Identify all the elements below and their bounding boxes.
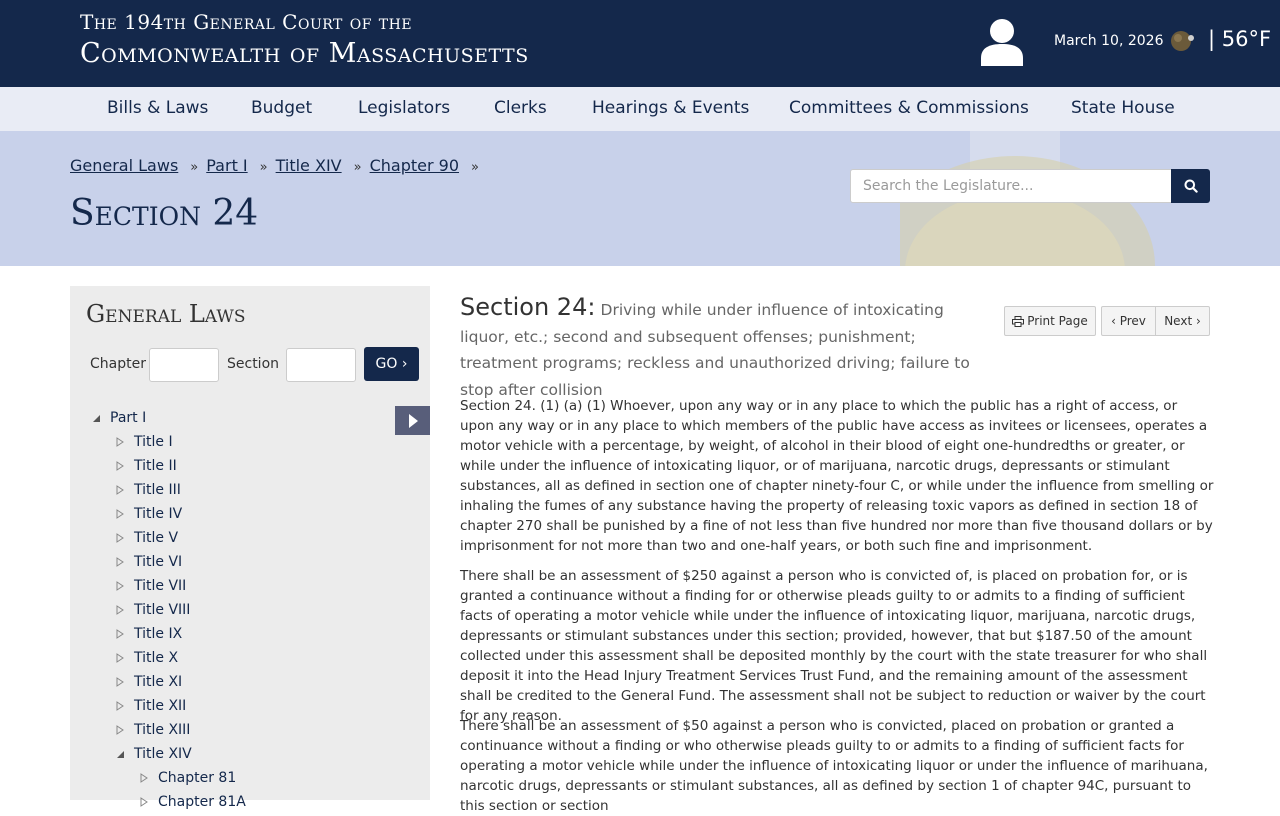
- nav-committees-commissions[interactable]: Committees & Commissions: [789, 98, 1029, 118]
- collapsed-arrow-icon[interactable]: [115, 701, 125, 711]
- breadcrumb-separator: »: [259, 160, 268, 175]
- breadcrumb-chapter-90[interactable]: Chapter 90: [370, 156, 459, 175]
- nav-clerks[interactable]: Clerks: [494, 98, 547, 118]
- caret-right-icon: [408, 413, 418, 428]
- collapsed-arrow-icon[interactable]: [115, 677, 125, 687]
- collapsed-arrow-icon[interactable]: [115, 485, 125, 495]
- collapsed-arrow-icon[interactable]: [115, 557, 125, 567]
- law-paragraph: Section 24. (1) (a) (1) Whoever, upon an…: [460, 398, 1214, 554]
- collapsed-arrow-icon[interactable]: [115, 653, 125, 663]
- tree-title-item[interactable]: Title IX: [134, 626, 182, 642]
- tree-title-item[interactable]: Title IV: [134, 506, 182, 522]
- search-icon: [1184, 179, 1198, 193]
- section-label: Section: [227, 356, 280, 372]
- collapsed-arrow-icon[interactable]: [115, 533, 125, 543]
- tree-part-i[interactable]: Part I: [110, 410, 146, 426]
- tree-title-item[interactable]: Title VI: [134, 554, 182, 570]
- collapsed-arrow-icon[interactable]: [115, 461, 125, 471]
- breadcrumb: General Laws » Part I » Title XIV » Chapter 90…: [70, 156, 487, 175]
- tree-title-item[interactable]: Title XIV: [134, 746, 192, 762]
- section-input[interactable]: [286, 348, 356, 382]
- nav-legislators[interactable]: Legislators: [358, 98, 450, 118]
- expanded-arrow-icon[interactable]: [91, 413, 101, 423]
- breadcrumb-part-i[interactable]: Part I: [206, 156, 247, 175]
- breadcrumb-separator: »: [471, 160, 479, 175]
- go-button[interactable]: GO ›: [364, 347, 419, 381]
- collapsed-arrow-icon[interactable]: [115, 509, 125, 519]
- user-account-icon[interactable]: [980, 18, 1024, 66]
- tree-title-item[interactable]: Title XII: [134, 698, 186, 714]
- print-page-label: Print Page: [1027, 314, 1088, 328]
- nav-budget[interactable]: Budget: [251, 98, 312, 118]
- collapsed-arrow-icon[interactable]: [139, 773, 149, 783]
- search-button[interactable]: [1171, 169, 1210, 203]
- law-paragraph: There shall be an assessment of $50 agai…: [460, 718, 1208, 814]
- page-title: Section 24: [70, 193, 259, 234]
- collapsed-arrow-icon[interactable]: [139, 797, 149, 807]
- section-number: Section 24:: [460, 293, 596, 321]
- court-title-line1[interactable]: The 194th General Court of the: [80, 10, 412, 34]
- breadcrumb-separator: »: [190, 160, 199, 175]
- page-banner: General Laws » Part I » Title XIV » Chapter 90…: [0, 131, 1280, 266]
- collapsed-arrow-icon[interactable]: [115, 437, 125, 447]
- tree-title-item[interactable]: Title V: [134, 530, 178, 546]
- tree-title-item[interactable]: Title X: [134, 650, 178, 666]
- general-laws-sidebar: General Laws Chapter Section GO › Part I…: [70, 286, 430, 810]
- nav-bills-laws[interactable]: Bills & Laws: [107, 98, 208, 118]
- print-page-button[interactable]: Print Page: [1004, 306, 1096, 336]
- chapter-input[interactable]: [149, 348, 219, 382]
- site-header: The 194th General Court of the Commonwea…: [0, 0, 1280, 87]
- nav-hearings-events[interactable]: Hearings & Events: [592, 98, 749, 118]
- collapsed-arrow-icon[interactable]: [115, 581, 125, 591]
- breadcrumb-title-xiv[interactable]: Title XIV: [276, 156, 342, 175]
- current-date: March 10, 2026: [1054, 33, 1164, 49]
- court-title-line2[interactable]: Commonwealth of Massachusetts: [80, 38, 529, 69]
- collapsed-arrow-icon[interactable]: [115, 605, 125, 615]
- chapter-label: Chapter: [90, 356, 146, 372]
- print-icon: [1012, 315, 1025, 327]
- nav-state-house[interactable]: State House: [1071, 98, 1175, 118]
- tree-title-item[interactable]: Title II: [134, 458, 177, 474]
- sidebar-title: General Laws: [86, 300, 246, 328]
- tree-title-item[interactable]: Title VIII: [134, 602, 190, 618]
- tree-title-item[interactable]: Title VII: [134, 578, 186, 594]
- tree-title-item[interactable]: Title I: [134, 434, 173, 450]
- expanded-arrow-icon[interactable]: [115, 749, 125, 759]
- tree-title-item[interactable]: Title XI: [134, 674, 182, 690]
- collapse-sidebar-button[interactable]: [395, 406, 430, 435]
- law-paragraph: There shall be an assessment of $250 aga…: [460, 568, 1208, 724]
- tree-title-item[interactable]: Title III: [134, 482, 181, 498]
- prev-button[interactable]: ‹ Prev: [1101, 306, 1156, 336]
- search-bar: [850, 169, 1210, 203]
- tree-title-item[interactable]: Title XIII: [134, 722, 190, 738]
- temperature: | 56°F: [1208, 27, 1272, 51]
- tree-chapter-item[interactable]: Chapter 81A: [158, 794, 246, 810]
- next-button[interactable]: Next ›: [1155, 306, 1210, 336]
- breadcrumb-general-laws[interactable]: General Laws: [70, 156, 178, 175]
- weather-icon: [1171, 31, 1194, 51]
- search-input[interactable]: [850, 169, 1172, 203]
- collapsed-arrow-icon[interactable]: [115, 725, 125, 735]
- collapsed-arrow-icon[interactable]: [115, 629, 125, 639]
- main-nav: Bills & Laws Budget Legislators Clerks H…: [0, 87, 1280, 131]
- section-heading: Section 24: Driving while under influenc…: [460, 294, 990, 403]
- breadcrumb-separator: »: [353, 160, 362, 175]
- tree-chapter-item[interactable]: Chapter 81: [158, 770, 236, 786]
